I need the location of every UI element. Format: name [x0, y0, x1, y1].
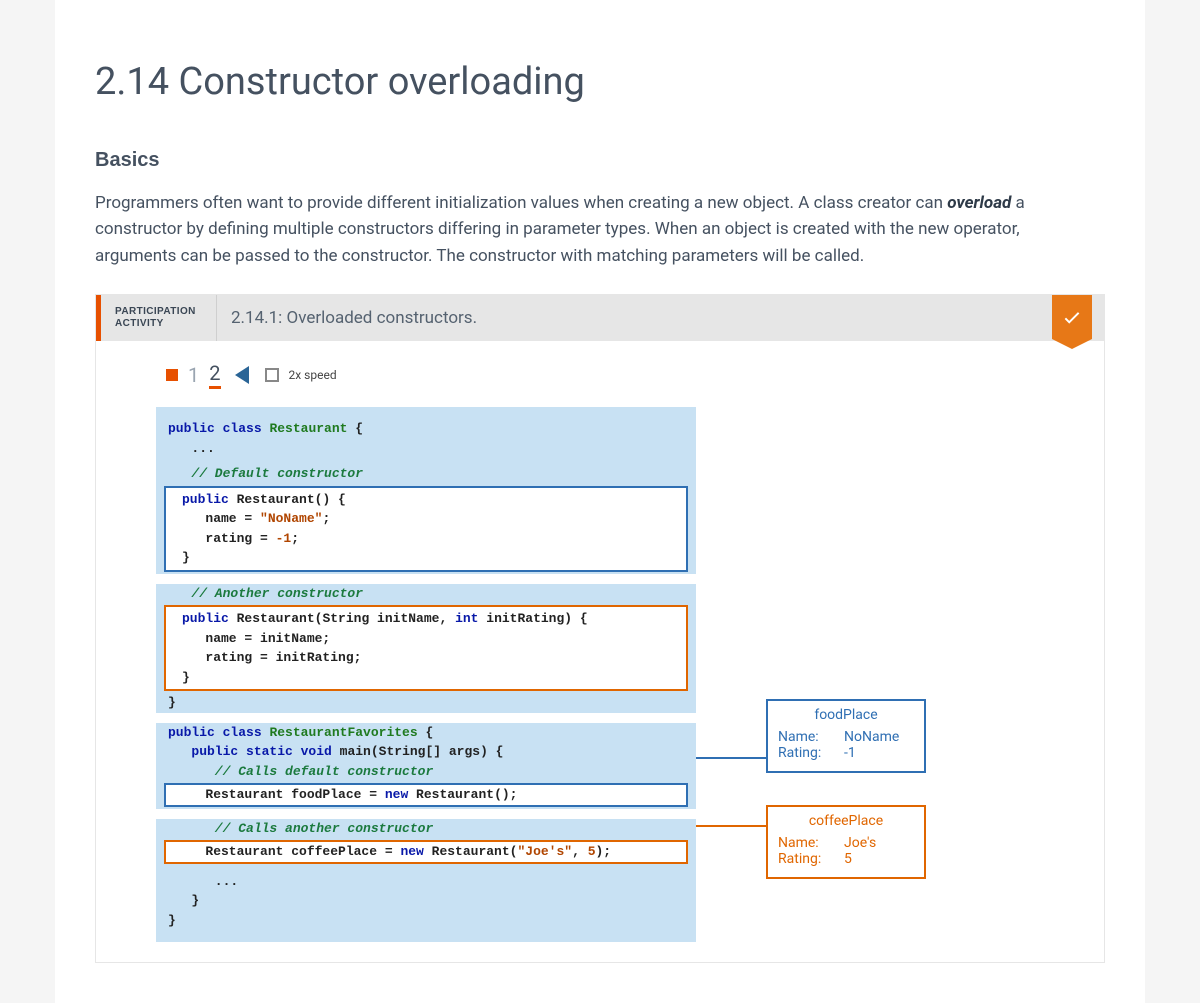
code-line: public Restaurant(String initName, int i…: [170, 609, 682, 629]
code-line: name = initName;: [170, 629, 682, 649]
code-line: ...: [156, 439, 696, 459]
coffeeplace-object-box: coffeePlace Name: Joe's Rating: 5: [766, 805, 926, 879]
code-line: Restaurant foodPlace = new Restaurant();: [170, 785, 682, 805]
code-line: }: [156, 911, 696, 931]
foodplace-instantiation: Restaurant foodPlace = new Restaurant();: [164, 783, 688, 807]
code-line: }: [156, 693, 696, 713]
activity-body: 1 2 2x speed public class Restaurant { .…: [96, 341, 1104, 962]
code-line: public Restaurant() {: [170, 490, 682, 510]
term-overload: overload: [947, 193, 1011, 213]
step-1-button[interactable]: 1: [188, 363, 199, 387]
object-name-label: Name:: [778, 835, 836, 851]
object-rating-label: Rating:: [778, 745, 836, 761]
intro-text-before: Programmers often want to provide differ…: [95, 193, 947, 213]
participation-activity: PARTICIPATION ACTIVITY 2.14.1: Overloade…: [95, 294, 1105, 963]
checkmark-icon: [1061, 306, 1083, 328]
code-line: rating = initRating;: [170, 648, 682, 668]
code-comment: // Calls another constructor: [156, 819, 696, 839]
connector-line: [696, 757, 766, 759]
code-comment: // Default constructor: [156, 464, 696, 484]
code-line: public static void main(String[] args) {: [156, 742, 696, 762]
object-title: foodPlace: [778, 707, 914, 723]
object-title: coffeePlace: [778, 813, 914, 829]
object-rating-value: 5: [844, 851, 852, 867]
code-line: public class RestaurantFavorites {: [156, 723, 696, 743]
play-stop-icon[interactable]: [166, 369, 178, 381]
code-line: Restaurant coffeePlace = new Restaurant(…: [170, 842, 682, 862]
object-name-value: NoName: [844, 729, 899, 745]
activity-type-label: PARTICIPATION ACTIVITY: [101, 295, 217, 341]
code-line: }: [156, 891, 696, 911]
code-line: ...: [156, 872, 696, 892]
object-rating-label: Rating:: [778, 851, 836, 867]
foodplace-object-box: foodPlace Name: NoName Rating: -1: [766, 699, 926, 773]
activity-title: 2.14.1: Overloaded constructors.: [217, 295, 1104, 341]
activity-header: PARTICIPATION ACTIVITY 2.14.1: Overloade…: [96, 295, 1104, 341]
activity-label-line2: ACTIVITY: [115, 318, 202, 330]
page-content: 2.14 Constructor overloading Basics Prog…: [55, 0, 1145, 1003]
intro-paragraph: Programmers often want to provide differ…: [95, 190, 1105, 269]
object-rating-value: -1: [844, 745, 856, 761]
speed-checkbox[interactable]: [265, 368, 279, 382]
object-name-label: Name:: [778, 729, 836, 745]
animation-controls: 1 2 2x speed: [166, 361, 1064, 389]
code-line: }: [170, 548, 682, 568]
section-heading-basics: Basics: [95, 149, 1105, 172]
object-name-value: Joe's: [844, 835, 876, 851]
step-2-button[interactable]: 2: [209, 361, 220, 389]
default-constructor-block: public Restaurant() { name = "NoName"; r…: [164, 486, 688, 572]
back-icon[interactable]: [235, 366, 249, 384]
activity-label-line1: PARTICIPATION: [115, 306, 202, 318]
completion-badge: [1052, 295, 1092, 339]
code-line: }: [170, 668, 682, 688]
page-title: 2.14 Constructor overloading: [95, 60, 1105, 104]
code-stage: public class Restaurant { ... // Default…: [156, 407, 1064, 942]
code-block: public class Restaurant { ... // Default…: [156, 407, 696, 942]
overloaded-constructor-block: public Restaurant(String initName, int i…: [164, 605, 688, 691]
speed-label: 2x speed: [289, 368, 337, 382]
code-line: public class Restaurant {: [156, 419, 696, 439]
coffeeplace-instantiation: Restaurant coffeePlace = new Restaurant(…: [164, 840, 688, 864]
code-line: rating = -1;: [170, 529, 682, 549]
code-line: name = "NoName";: [170, 509, 682, 529]
connector-line: [696, 825, 766, 827]
code-comment: // Calls default constructor: [156, 762, 696, 782]
code-comment: // Another constructor: [156, 584, 696, 604]
